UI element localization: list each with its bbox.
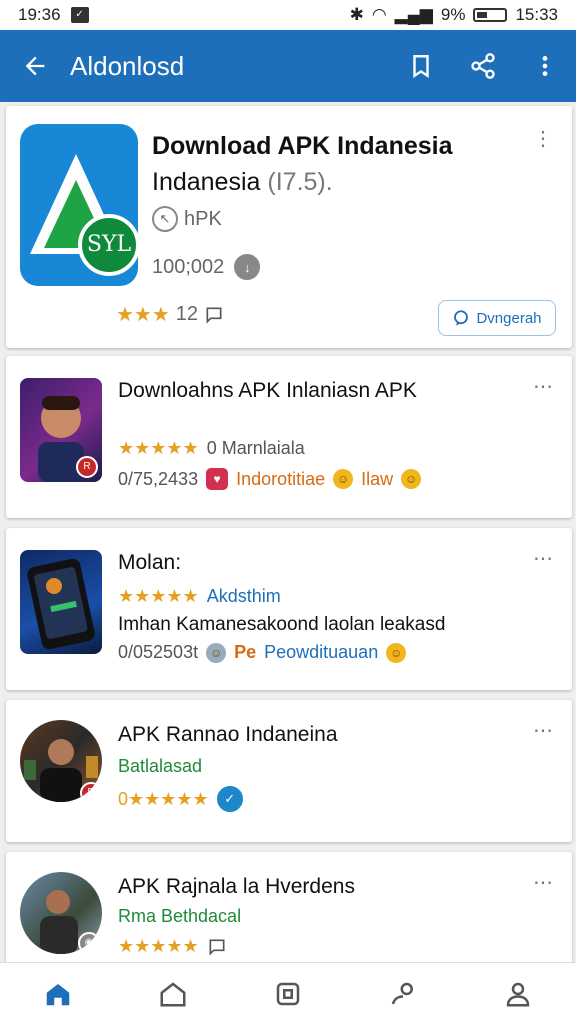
page-title: Aldonlosd <box>70 50 185 81</box>
rating-stars: ★★★ <box>116 304 170 326</box>
more-vert-icon <box>542 56 548 76</box>
bookmark-button[interactable] <box>390 30 452 102</box>
item-subtitle: Rma Bethdacal <box>118 906 242 926</box>
app-bar: Aldonlosd <box>0 30 576 102</box>
item-tag: Pe <box>234 642 257 662</box>
bookmark-icon <box>413 55 429 78</box>
app-title: Download APK Indanesia Indanesia (I7.5). <box>152 128 453 200</box>
install-button[interactable]: Dvngerah <box>438 300 556 336</box>
item-badge: R <box>76 456 98 478</box>
app-rating: ★★★ 12 <box>116 302 224 327</box>
list-item[interactable]: Molan: ★★★★★ Akdsthim Imhan Kamanesakoon… <box>6 528 572 690</box>
item-thumbnail: R <box>20 378 102 482</box>
logo-badge: SYL <box>78 214 138 276</box>
item-stars: 0★★★★★ <box>118 788 209 809</box>
item-menu-icon[interactable]: ⋯ <box>533 870 554 895</box>
item-rating-row: ★★★★★ Akdsthim <box>118 586 281 607</box>
item-description: Imhan Kamanesakoond laolan leakasd <box>118 614 446 635</box>
item-title: Molan: <box>118 551 182 574</box>
wifi-icon: ◠ <box>371 5 387 24</box>
item-stars: ★★★★★ <box>118 586 199 606</box>
item-meta-row: 0/052503t ☺ Pe Peowdituauan ☺ <box>118 642 407 663</box>
emoji-icon: ☺ <box>206 642 227 663</box>
item-subtitle-row: Batlalasad <box>118 756 202 777</box>
item-meta-row: 0/75,2433 ♥ Indorotitiae ☺ Ilaw ☺ <box>118 468 422 490</box>
nav-home[interactable] <box>0 963 115 1024</box>
battery-percent: 9% <box>440 5 466 24</box>
item-badge: ◉ <box>78 932 100 954</box>
bottom-navigation <box>0 962 576 1024</box>
tag-icon: ♥ <box>206 468 229 490</box>
library-icon <box>276 982 300 1005</box>
status-time-right: 15:33 <box>515 5 558 24</box>
review-icon <box>209 939 225 956</box>
emoji-icon-2: ☺ <box>386 642 407 663</box>
item-rating-row: ★★★★★ 0 Marnlaiala <box>118 438 305 459</box>
person-icon <box>507 982 530 1006</box>
item-stars: ★★★★★ <box>118 936 199 956</box>
nav-library[interactable] <box>230 963 345 1024</box>
item-subtitle: Batlalasad <box>118 756 203 776</box>
item-thumbnail: ◉ <box>20 872 102 954</box>
signal-icon: ▂▄▆ <box>394 5 433 24</box>
share-button[interactable] <box>452 30 514 102</box>
status-time-left: 19:36 <box>18 5 61 24</box>
emoji-icon: ☺ <box>333 469 354 489</box>
item-title: APK Rannao Indaneina <box>118 723 338 746</box>
item-menu-icon[interactable]: ⋯ <box>533 718 554 743</box>
verified-icon: ✓ <box>216 786 243 812</box>
download-count: 100;002 ↓ <box>152 254 261 280</box>
item-thumbnail <box>20 550 102 654</box>
item-title: Downloahns APK Inlaniasn APK <box>118 379 417 402</box>
item-menu-icon[interactable]: ⋯ <box>533 546 554 571</box>
house-outline-icon <box>160 981 186 1006</box>
card-menu-icon[interactable]: ⋮ <box>533 126 554 151</box>
nav-explore[interactable] <box>115 963 230 1024</box>
overflow-menu-button[interactable] <box>514 30 576 102</box>
item-subtitle-row: Rma Bethdacal <box>118 906 241 927</box>
list-item[interactable]: D APK Rannao Indaneina Batlalasad 0★★★★★… <box>6 700 572 842</box>
share-icon <box>471 53 495 79</box>
rating-count: 12 <box>175 303 199 325</box>
nav-community[interactable] <box>346 963 461 1024</box>
app-type: ↖ hPK <box>152 206 222 232</box>
item-tag: Indorotitiae <box>236 468 326 489</box>
review-icon <box>206 307 222 324</box>
bluetooth-icon: ✱ <box>349 5 364 24</box>
list-item[interactable]: ◉ APK Rajnala la Hverdens Rma Bethdacal … <box>6 852 572 964</box>
type-icon: ↖ <box>152 206 178 232</box>
item-meta: 0/052503t <box>118 642 199 662</box>
item-menu-icon[interactable]: ⋯ <box>533 374 554 399</box>
item-tag-2: Peowdituauan <box>264 642 379 662</box>
item-meta: 0/75,2433 <box>118 468 199 489</box>
chat-icon <box>454 310 469 326</box>
home-icon <box>46 983 69 1005</box>
app-icon: SYL <box>20 124 138 286</box>
download-info-icon: ↓ <box>234 254 261 280</box>
notification-icon: ✓ <box>70 7 89 23</box>
item-subtitle: Akdsthim <box>206 586 281 606</box>
item-thumbnail: D <box>20 720 102 802</box>
app-title-line2: Indanesia (I7.5). <box>152 168 333 196</box>
back-button[interactable] <box>0 30 70 102</box>
item-title: APK Rajnala la Hverdens <box>118 875 355 898</box>
item-stars: ★★★★★ <box>118 438 199 458</box>
list-item[interactable]: R Downloahns APK Inlaniasn APK ★★★★★ 0 M… <box>6 356 572 518</box>
status-bar: 19:36 ✓ ✱ ◠ ▂▄▆ 9% 15:33 <box>0 0 576 30</box>
phone-image <box>27 558 95 650</box>
item-tag-2: Ilaw <box>361 468 394 489</box>
app-title-line1: Download APK Indanesia <box>152 132 453 160</box>
featured-app-card[interactable]: SYL Download APK Indanesia Indanesia (I7… <box>6 106 572 348</box>
item-subtitle: 0 Marnlaiala <box>206 438 305 458</box>
people-icon <box>391 982 414 1004</box>
item-rating-row: 0★★★★★ ✓ <box>118 786 243 812</box>
item-badge: D <box>80 782 102 802</box>
battery-icon <box>473 8 508 22</box>
emoji-icon-2: ☺ <box>401 469 422 489</box>
arrow-back-icon <box>25 56 45 76</box>
item-rating-row: ★★★★★ <box>118 936 227 957</box>
app-version: (I7.5). <box>267 168 333 196</box>
nav-profile[interactable] <box>461 963 576 1024</box>
